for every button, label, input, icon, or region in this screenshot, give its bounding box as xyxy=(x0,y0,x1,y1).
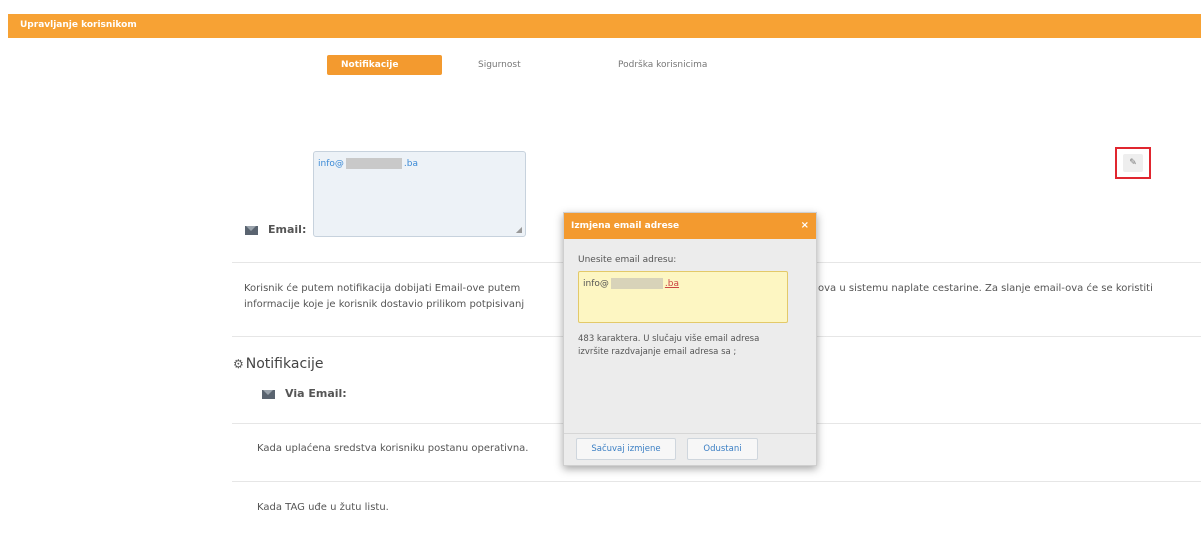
tab-user-support[interactable]: Podrška korisnicima xyxy=(618,55,707,75)
resize-handle-icon[interactable]: ◢ xyxy=(516,225,522,234)
email-label: Email: xyxy=(245,223,306,236)
cancel-button[interactable]: Odustani xyxy=(687,438,758,460)
redacted-block xyxy=(610,278,663,289)
email-value: info@ .ba xyxy=(318,158,418,169)
envelope-icon xyxy=(245,225,258,235)
dialog-footer-divider xyxy=(564,433,816,434)
dialog-email-label: Unesite email adresu: xyxy=(578,255,677,265)
dialog-hint: 483 karaktera. U slučaju više email adre… xyxy=(578,334,760,357)
redacted-block xyxy=(345,158,402,169)
pencil-icon[interactable]: ✎ xyxy=(1123,154,1143,172)
dialog-email-input[interactable]: info@ .ba xyxy=(578,271,788,323)
notification-row: Kada TAG uđe u žutu listu. xyxy=(257,502,389,513)
divider xyxy=(232,481,1201,482)
tab-notifications[interactable]: Notifikacije xyxy=(327,55,442,75)
envelope-icon xyxy=(262,389,275,399)
gear-icon: ⚙ xyxy=(233,357,244,371)
tab-security[interactable]: Sigurnost xyxy=(478,55,521,75)
notification-row: Kada uplaćena sredstva korisniku postanu… xyxy=(257,443,529,454)
notifications-heading: ⚙ Notifikacije xyxy=(233,356,324,372)
email-textarea[interactable]: info@ .ba ◢ xyxy=(313,151,526,237)
edit-email-dialog: Izmjena email adrese × Unesite email adr… xyxy=(563,212,817,466)
header-bar: Upravljanje korisnikom xyxy=(8,14,1201,38)
page-title: Upravljanje korisnikom xyxy=(20,20,137,30)
close-icon[interactable]: × xyxy=(801,213,809,239)
save-changes-button[interactable]: Sačuvaj izmjene xyxy=(576,438,676,460)
edit-email-button[interactable]: ✎ xyxy=(1115,147,1151,179)
dialog-header: Izmjena email adrese × xyxy=(564,213,816,239)
dialog-email-value: info@ .ba xyxy=(583,278,679,289)
dialog-title: Izmjena email adrese xyxy=(571,221,680,231)
via-email-label: Via Email: xyxy=(262,387,347,400)
